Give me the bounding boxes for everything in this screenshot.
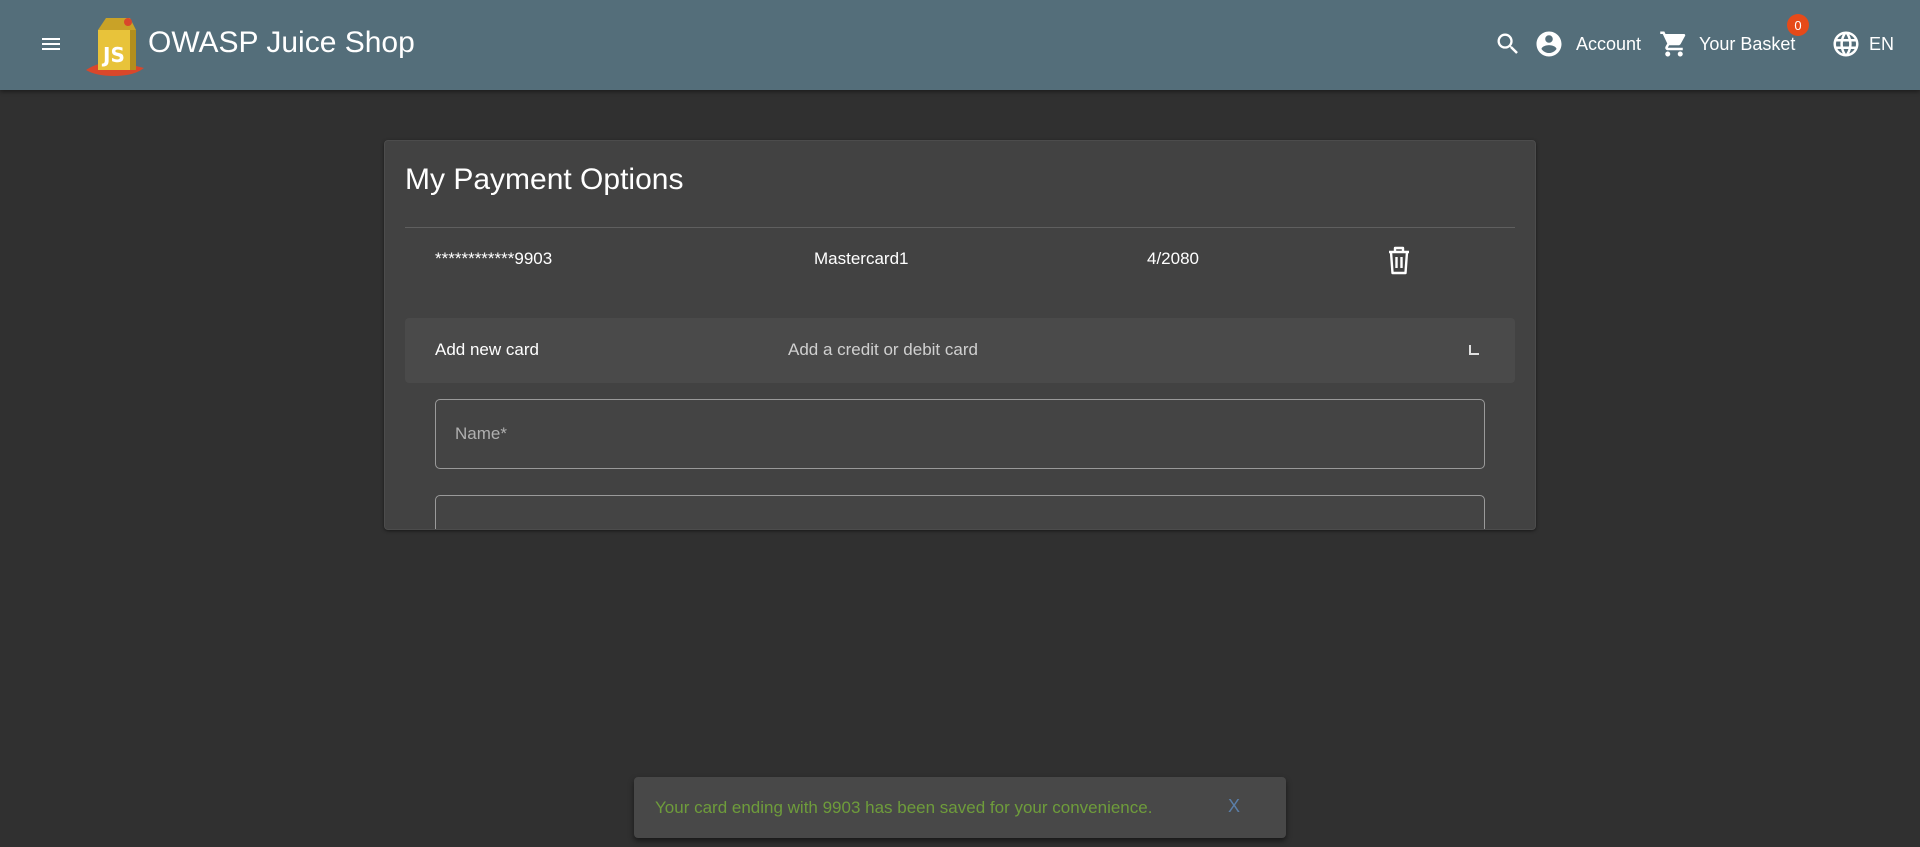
basket-count-badge: 0 bbox=[1787, 14, 1809, 36]
name-input[interactable] bbox=[436, 400, 1484, 468]
juice-shop-logo[interactable]: JS bbox=[84, 10, 150, 78]
account-label: Account bbox=[1576, 33, 1642, 54]
page-title: My Payment Options bbox=[405, 163, 684, 196]
menu-button[interactable] bbox=[34, 27, 68, 61]
app-title[interactable]: OWASP Juice Shop bbox=[148, 26, 415, 60]
top-toolbar: JS OWASP Juice Shop Account Your Basket … bbox=[0, 0, 1920, 90]
add-new-card-description: Add a credit or debit card bbox=[788, 340, 978, 359]
basket-button[interactable]: Your Basket bbox=[1659, 26, 1795, 62]
card-expiry: 4/2080 bbox=[1147, 249, 1199, 268]
payment-options-card: My Payment Options ************9903 Mast… bbox=[384, 140, 1536, 530]
card-name: Mastercard1 bbox=[814, 249, 909, 268]
language-icon bbox=[1833, 31, 1859, 57]
account-button[interactable]: Account bbox=[1534, 26, 1641, 62]
name-field[interactable] bbox=[435, 399, 1485, 469]
divider bbox=[405, 227, 1515, 228]
language-button[interactable]: EN bbox=[1831, 26, 1894, 62]
snackbar: Your card ending with 9903 has been save… bbox=[634, 777, 1286, 838]
language-label: EN bbox=[1869, 33, 1895, 54]
cart-icon bbox=[1660, 31, 1686, 57]
search-button[interactable] bbox=[1494, 26, 1522, 62]
chevron-up-icon bbox=[1469, 345, 1479, 355]
delete-card-button[interactable] bbox=[1383, 243, 1415, 277]
snackbar-close-button[interactable]: X bbox=[1228, 796, 1240, 817]
trash-icon bbox=[1389, 246, 1409, 275]
add-new-card-panel[interactable]: Add new card Add a credit or debit card bbox=[405, 318, 1515, 383]
svg-text:JS: JS bbox=[101, 43, 125, 67]
snackbar-message: Your card ending with 9903 has been save… bbox=[655, 798, 1153, 817]
menu-icon bbox=[42, 38, 60, 50]
card-number-field[interactable] bbox=[435, 495, 1485, 529]
card-number: ************9903 bbox=[435, 249, 553, 268]
search-icon bbox=[1497, 33, 1518, 54]
account-circle-icon bbox=[1536, 31, 1562, 57]
add-new-card-title: Add new card bbox=[435, 340, 539, 359]
basket-label: Your Basket bbox=[1699, 33, 1796, 54]
